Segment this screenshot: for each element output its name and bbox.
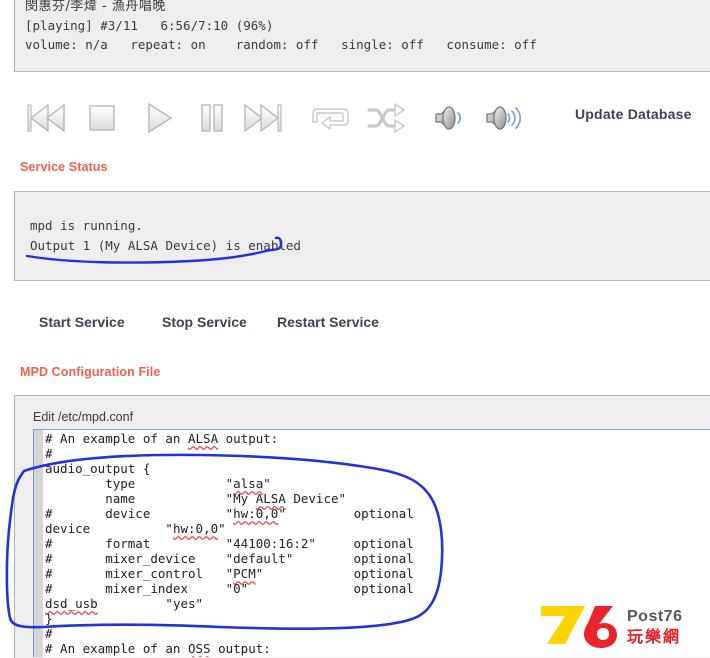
- config-line: #: [45, 446, 53, 461]
- update-database-button[interactable]: Update Database: [575, 106, 692, 122]
- playback-state-line: [playing] #3/11 6:56/7:10 (96%): [25, 18, 274, 33]
- restart-service-button[interactable]: Restart Service: [277, 314, 379, 330]
- play-icon: [140, 101, 174, 135]
- shuffle-icon: [365, 101, 407, 135]
- volume-down-button[interactable]: [428, 95, 474, 141]
- config-edit-label: Edit /etc/mpd.conf: [33, 410, 134, 424]
- service-status-heading: Service Status: [20, 160, 108, 174]
- config-line: # mixer_control "PCM" optional: [45, 566, 414, 581]
- transport-controls: Update Database: [0, 95, 710, 151]
- playback-flags-line: volume: n/a repeat: on random: off singl…: [25, 37, 537, 52]
- service-status-box: mpd is running. Output 1 (My ALSA Device…: [14, 191, 710, 281]
- shuffle-button[interactable]: [363, 95, 409, 141]
- stop-button[interactable]: [79, 95, 125, 141]
- config-line: #: [45, 626, 53, 641]
- previous-icon: [26, 101, 68, 135]
- repeat-button[interactable]: [308, 95, 354, 141]
- start-service-button[interactable]: Start Service: [39, 314, 125, 330]
- config-line: # format "44100:16:2" optional: [45, 536, 414, 551]
- next-button[interactable]: [240, 95, 286, 141]
- pause-button[interactable]: [189, 95, 235, 141]
- stop-icon: [85, 101, 119, 135]
- mpd-config-panel: Edit /etc/mpd.conf # An example of an AL…: [14, 395, 710, 658]
- config-line: device "hw:0,0": [45, 521, 226, 536]
- volume-up-button[interactable]: [481, 95, 527, 141]
- config-text-content: # An example of an ALSA output: # audio_ou…: [45, 431, 710, 656]
- mpd-config-heading: MPD Configuration File: [20, 365, 161, 379]
- service-action-buttons: Start Service Stop Service Restart Servi…: [0, 314, 710, 336]
- config-line: # device "hw:0,0" optional: [45, 506, 414, 521]
- volume-down-icon: [432, 102, 470, 134]
- previous-button[interactable]: [24, 95, 70, 141]
- now-playing-panel: 閔惠芬/李煒 - 漁舟唱晚 [playing] #3/11 6:56/7:10 …: [14, 0, 710, 72]
- config-line: }: [45, 611, 53, 626]
- config-line: audio_output {: [45, 461, 151, 476]
- service-status-line-2: Output 1 (My ALSA Device) is enabled: [30, 238, 301, 253]
- config-line: name "My ALSA Device": [45, 491, 347, 506]
- config-line: # mixer_index "0" optional: [45, 581, 414, 596]
- config-line: dsd_usb "yes": [45, 596, 204, 611]
- service-status-line-1: mpd is running.: [30, 218, 143, 233]
- volume-up-icon: [483, 102, 525, 134]
- config-line: # An example of an ALSA output:: [45, 431, 279, 446]
- stop-service-button[interactable]: Stop Service: [162, 314, 247, 330]
- play-button[interactable]: [134, 95, 180, 141]
- pause-icon: [195, 101, 229, 135]
- config-scrollbar[interactable]: [34, 430, 43, 657]
- config-line: # mixer_device "default" optional: [45, 551, 414, 566]
- config-textarea[interactable]: # An example of an ALSA output: # audio_ou…: [33, 429, 710, 657]
- config-line: # An example of an OSS output:: [45, 641, 271, 656]
- track-title: 閔惠芬/李煒 - 漁舟唱晚: [25, 0, 166, 14]
- repeat-icon: [309, 101, 353, 135]
- next-icon: [242, 101, 284, 135]
- config-line: type "alsa": [45, 476, 271, 491]
